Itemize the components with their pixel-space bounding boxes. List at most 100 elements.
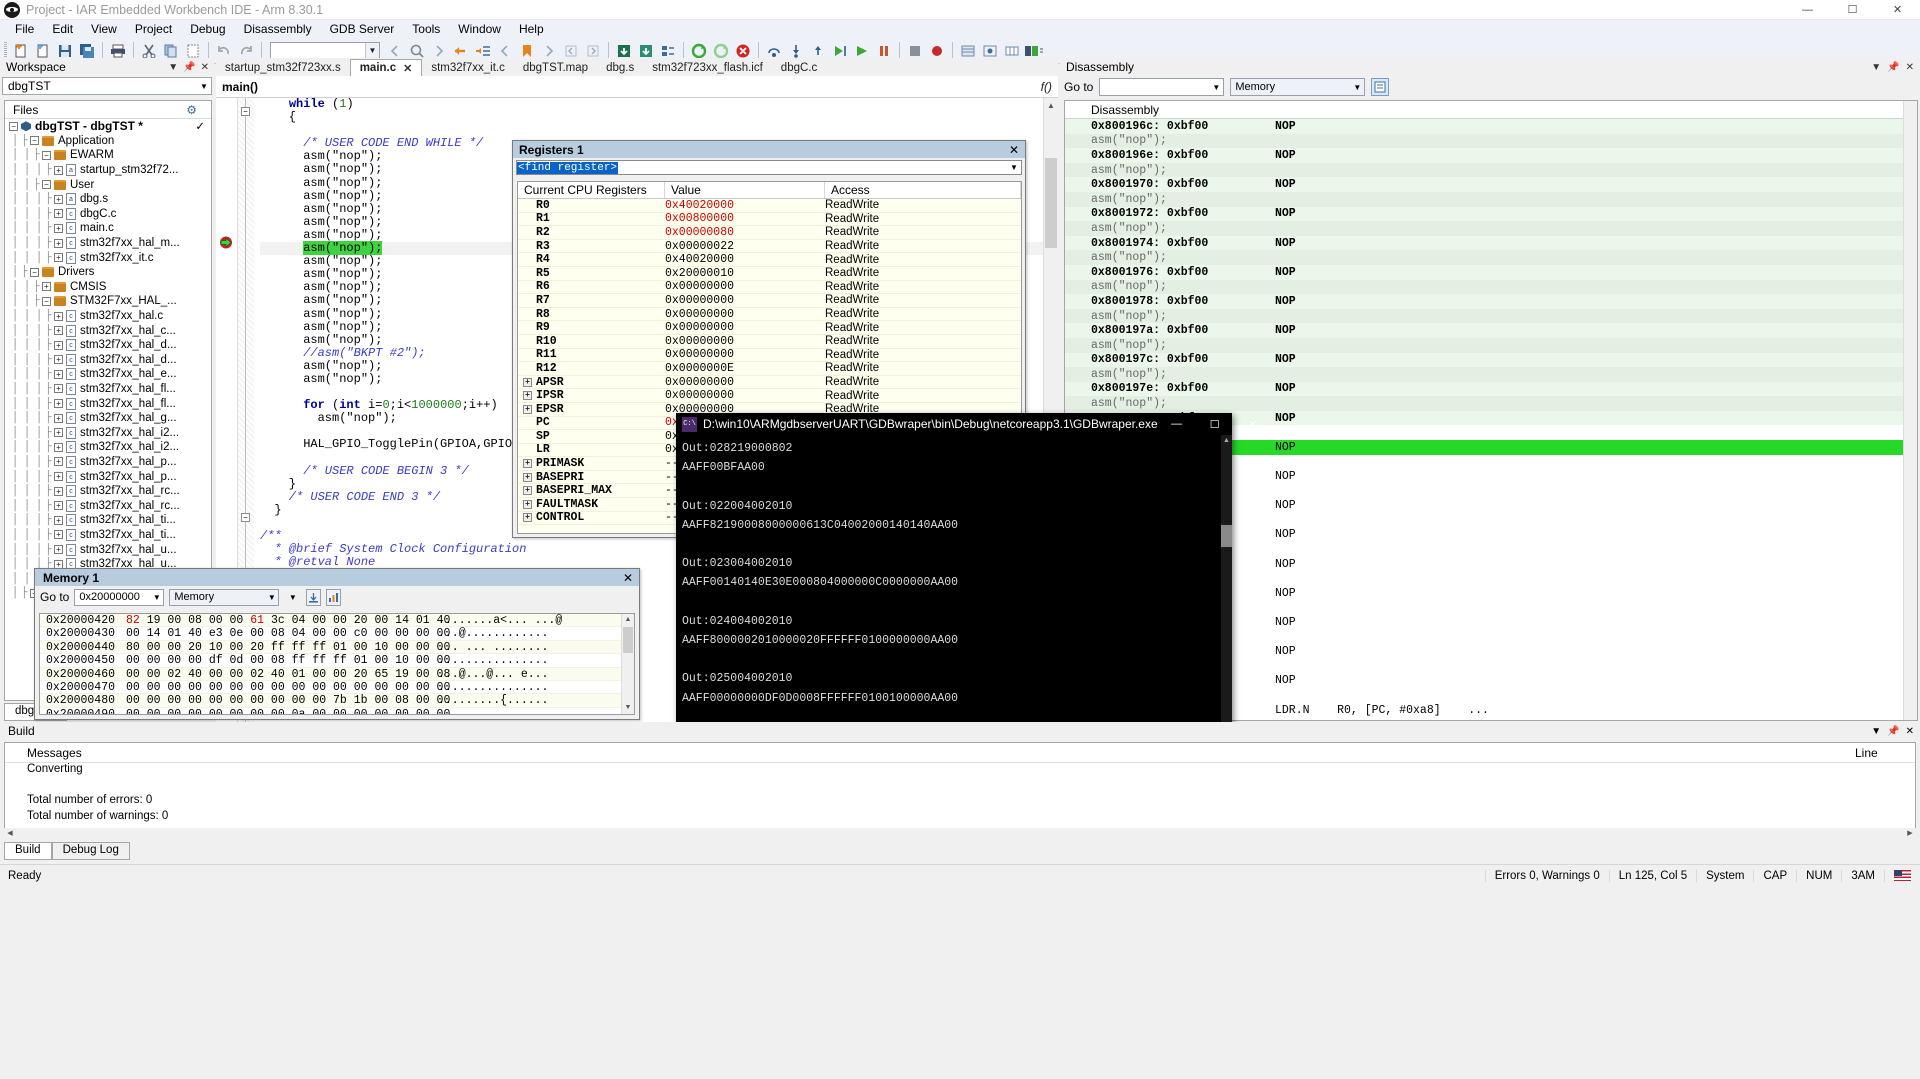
pin-icon[interactable]: 📌 [1887,62,1899,73]
menu-project[interactable]: Project [126,20,181,38]
chevron-down-icon[interactable]: ▼ [1209,83,1223,92]
disassembly-line[interactable]: asm("nop"); [1065,250,1917,265]
scroll-down-icon[interactable]: ▼ [622,702,634,714]
build-message-row[interactable]: Total number of errors: 0 [5,794,1915,810]
tree-expander-icon[interactable]: + [54,355,63,365]
scroll-left-icon[interactable]: ◀ [4,828,16,840]
tree-expander-icon[interactable]: + [54,165,63,175]
registers-title-bar[interactable]: Registers 1 ✕ [513,141,1025,158]
disassembly-goto-input[interactable]: ▼ [1099,78,1225,96]
memory-row[interactable]: 0x20000470 00 00 00 00 00 00 00 00 00 00 … [40,681,634,695]
memory-hex[interactable]: 00 00 02 40 00 00 02 40 01 00 00 20 65 1… [126,668,450,681]
expand-icon[interactable]: + [523,499,532,509]
workspace-tree-item[interactable]: │ ├ − Application [5,134,211,149]
tree-expander-icon[interactable]: + [54,238,63,248]
toolbar-grip[interactable] [4,41,7,60]
scroll-thumb[interactable] [623,627,633,653]
console-title-bar[interactable]: C:\ D:\win10\ARMgdbserverUART\GDBwraper\… [676,413,1257,435]
register-row[interactable]: R1 0x00800000 ReadWrite [518,212,1021,227]
workspace-tree-item[interactable]: │ │ │ ├ + c stm32f7xx_hal.c [5,309,211,324]
expand-icon[interactable]: + [523,459,532,469]
menu-view[interactable]: View [82,20,126,38]
register-row[interactable]: R4 0x40020000 ReadWrite [518,253,1021,267]
register-row[interactable]: R2 0x00000080 ReadWrite [518,226,1021,240]
memory-save-button[interactable] [326,588,342,606]
pin-icon[interactable]: 📌 [183,62,195,73]
memory-hex[interactable]: 00 14 01 40 e3 0e 00 08 04 00 00 c0 00 0… [126,627,450,640]
register-value[interactable]: 0x20000010 [665,267,825,280]
register-value[interactable]: 0x40020000 [665,199,825,212]
memory-row[interactable]: 0x20000490 00 00 00 00 00 00 00 00 0a 00 … [40,708,634,714]
workspace-tree-item[interactable]: │ │ │ ├ + c stm32f7xx_hal_e... [5,367,211,382]
tree-expander-icon[interactable]: + [54,486,63,496]
scroll-right-icon[interactable]: ▶ [1904,828,1916,840]
workspace-tree-item[interactable]: │ │ │ ├ + c stm32f7xx_hal_rc... [5,484,211,499]
register-row[interactable]: R3 0x00000022 ReadWrite [518,240,1021,254]
disassembly-vertical-scrollbar[interactable] [1903,101,1917,720]
memory-row[interactable]: 0x20000420 82 19 00 08 00 00 61 3c 04 00 … [40,614,634,628]
editor-tab[interactable]: stm32f723xx_flash.icf [643,59,772,76]
workspace-tree-item[interactable]: │ │ │ ├ + c stm32f7xx_hal_ti... [5,528,211,543]
tree-expander-icon[interactable]: + [54,472,63,482]
register-value[interactable]: 0x00000000 [665,348,825,361]
workspace-tree-item[interactable]: │ │ │ ├ + c stm32f7xx_hal_c... [5,323,211,338]
memory-row[interactable]: 0x20000440 80 00 00 20 10 00 20 ff ff ff … [40,640,634,655]
expand-icon[interactable]: + [523,391,532,401]
register-value[interactable]: 0x00000080 [665,226,825,239]
close-icon[interactable]: ✕ [201,62,209,73]
fold-toggle-icon[interactable]: − [241,513,250,522]
chevron-down-icon[interactable]: ▼ [1871,62,1881,73]
register-row[interactable]: R7 0x00000000 ReadWrite [518,294,1021,308]
chevron-down-icon[interactable]: ▼ [1871,726,1881,737]
editor-tab[interactable]: startup_stm32f723xx.s [216,59,350,76]
workspace-tree-item[interactable]: │ │ │ ├ + c stm32f7xx_hal_ti... [5,513,211,528]
disassembly-line[interactable]: asm("nop"); [1065,337,1917,353]
tree-expander-icon[interactable]: + [54,253,63,263]
register-row[interactable]: R0 0x40020000 ReadWrite [518,199,1021,213]
code-line[interactable]: { [260,110,1058,124]
tree-expander-icon[interactable]: − [42,150,51,160]
disassembly-line[interactable]: 0x800197a: 0xbf00 NOP [1065,323,1917,338]
tree-expander-icon[interactable]: + [54,501,63,511]
editor-tab[interactable]: stm32f7xx_it.c [422,59,514,76]
register-row[interactable]: R11 0x00000000 ReadWrite [518,348,1021,363]
workspace-tree-item[interactable]: │ │ │ ├ + c stm32f7xx_hal_fl... [5,396,211,411]
tree-expander-icon[interactable]: + [54,442,63,452]
gear-icon[interactable]: ⚙ [186,103,211,117]
fold-toggle-icon[interactable]: − [241,107,250,116]
console-minimize-button[interactable]: — [1158,413,1196,435]
editor-tab[interactable]: dbg.s [597,59,644,76]
register-row[interactable]: + APSR 0x00000000 ReadWrite [518,376,1021,390]
console-maximize-button[interactable]: ☐ [1196,413,1234,435]
scroll-up-icon[interactable]: ▲ [622,614,634,626]
register-value[interactable]: 0x00000000 [665,280,825,293]
tree-expander-icon[interactable]: + [54,545,63,555]
tab-build[interactable]: Build [4,842,52,860]
tree-expander-icon[interactable]: + [54,340,63,350]
disassembly-line[interactable]: 0x8001976: 0xbf00 NOP [1065,264,1917,280]
editor-tab[interactable]: dbgC.c [771,59,827,76]
tree-expander-icon[interactable]: + [54,326,63,336]
memory-hex[interactable]: 00 00 00 00 00 00 00 00 00 00 7b 1b 00 0… [126,694,450,707]
memory-goto-input[interactable]: 0x20000000 ▼ [74,588,165,606]
tree-expander-icon[interactable]: − [9,121,18,131]
disassembly-line[interactable]: 0x800197e: 0xbf00 NOP [1065,381,1917,397]
tree-expander-icon[interactable]: + [54,515,63,525]
workspace-tree-item[interactable]: │ │ ├ − User [5,177,211,192]
disassembly-line[interactable]: asm("nop"); [1065,221,1917,236]
language-flag-icon[interactable] [1894,870,1911,881]
register-value[interactable]: 0x40020000 [665,253,825,266]
menu-debug[interactable]: Debug [181,20,234,38]
workspace-tree-item[interactable]: │ │ │ ├ + c dbgC.c [5,207,211,222]
workspace-tree-item[interactable]: │ ├ − Drivers [5,265,211,280]
disassembly-line[interactable]: 0x800197c: 0xbf00 NOP [1065,352,1917,368]
register-value[interactable]: 0x00000000 [665,335,825,348]
expand-icon[interactable]: + [523,513,532,523]
close-icon[interactable]: ✕ [1906,62,1914,73]
workspace-tree-item[interactable]: │ │ │ ├ + c stm32f7xx_hal_m... [5,236,211,251]
code-line[interactable]: while (1) [260,98,1058,111]
chevron-down-icon[interactable]: ▼ [265,593,278,602]
chevron-down-icon[interactable]: ▼ [1350,83,1364,92]
tree-expander-icon[interactable]: + [54,311,63,321]
workspace-tree-item[interactable]: │ │ │ ├ + c stm32f7xx_hal_d... [5,353,211,368]
